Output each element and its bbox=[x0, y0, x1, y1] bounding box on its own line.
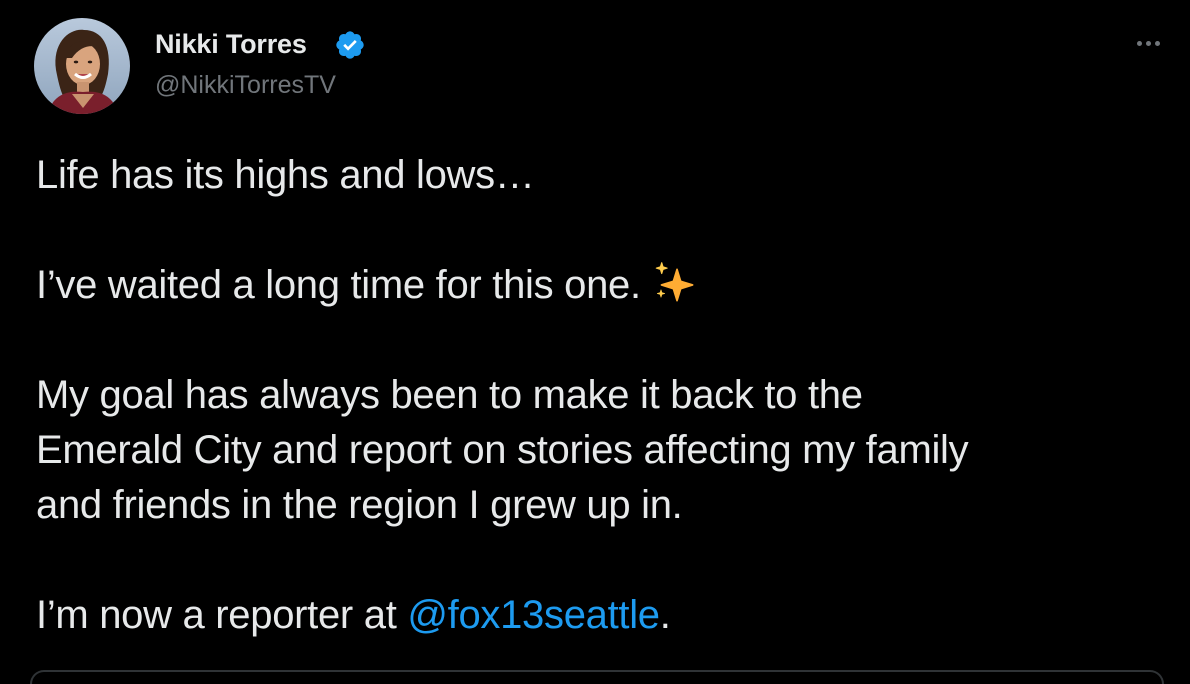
more-options-button[interactable] bbox=[1128, 28, 1168, 58]
verified-badge-icon bbox=[336, 31, 364, 59]
tweet-line: I’ve waited a long time for this one. bbox=[36, 258, 1176, 313]
mention-link[interactable]: @fox13seattle bbox=[407, 593, 660, 637]
more-horizontal-icon bbox=[1145, 40, 1151, 46]
author-name[interactable]: Nikki Torres bbox=[155, 29, 307, 60]
embedded-card-edge bbox=[30, 670, 1164, 684]
tweet-line: Life has its highs and lows… bbox=[36, 153, 535, 197]
tweet-line: and friends in the region I grew up in. bbox=[36, 483, 683, 527]
tweet-text: Life has its highs and lows… I’ve waited… bbox=[36, 148, 1176, 643]
tweet-line: Emerald City and report on stories affec… bbox=[36, 428, 969, 472]
avatar[interactable] bbox=[34, 18, 130, 114]
more-horizontal-icon bbox=[1154, 40, 1160, 46]
profile-photo bbox=[34, 18, 130, 114]
tweet-line: I’m now a reporter at @fox13seattle. bbox=[36, 588, 1176, 643]
sparkles-icon bbox=[655, 262, 694, 302]
tweet-line-text: I’m now a reporter at bbox=[36, 593, 408, 637]
tweet-line: My goal has always been to make it back … bbox=[36, 373, 863, 417]
more-horizontal-icon bbox=[1136, 40, 1142, 46]
author-handle[interactable]: @NikkiTorresTV bbox=[155, 71, 336, 100]
tweet-card: Nikki Torres @NikkiTorresTV Life has its… bbox=[0, 0, 1190, 684]
tweet-line-text: . bbox=[659, 593, 671, 637]
tweet-line-text: I’ve waited a long time for this one. bbox=[36, 263, 641, 307]
